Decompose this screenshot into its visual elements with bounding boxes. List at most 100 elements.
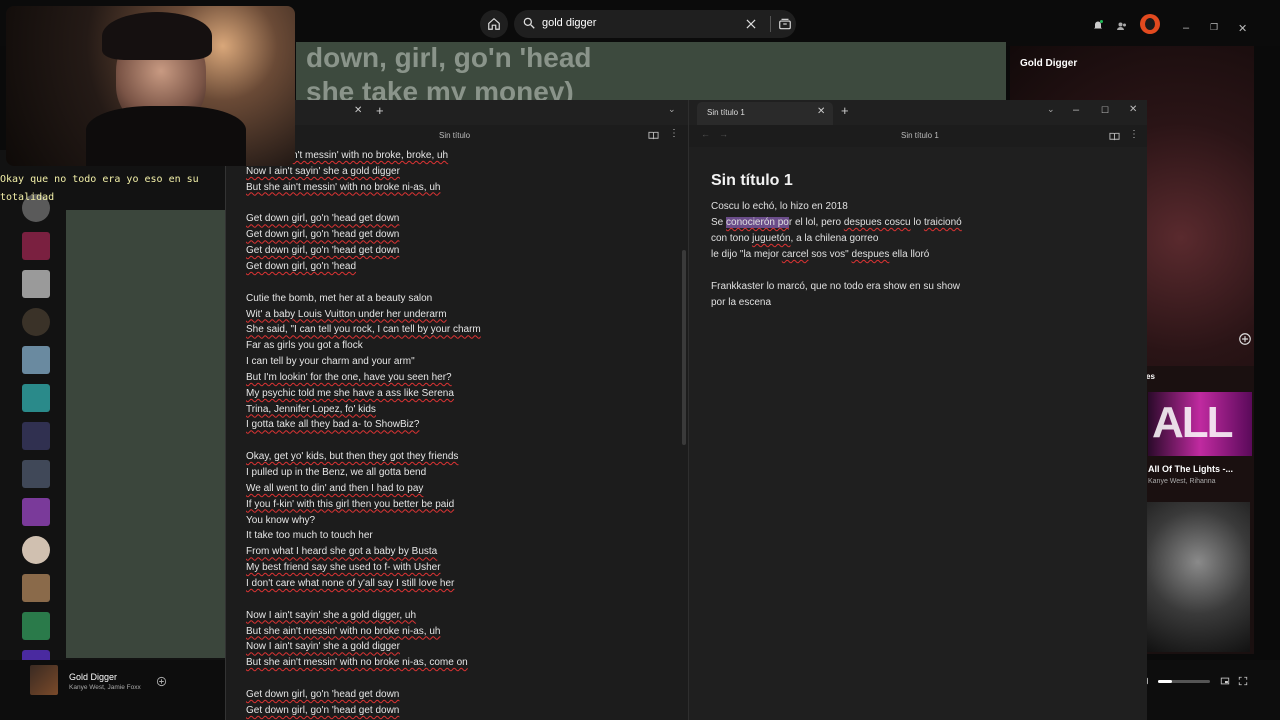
selected-text: conocierón po [726,217,789,228]
reading-view-icon[interactable] [648,130,659,141]
library-item[interactable] [22,270,50,298]
track-title[interactable]: Gold Digger [69,672,117,682]
document-title: Sin título 1 [901,131,939,140]
lyrics-line: My psychic told me she have a ass like S… [246,387,454,399]
library-panel [66,210,226,658]
library-item[interactable] [22,232,50,260]
friends-activity-icon[interactable] [1116,20,1128,32]
lyrics-line: Okay, get yo' kids, but then they got th… [246,451,459,463]
lyrics-line: If you f-kin' with this girl then you be… [246,498,455,510]
new-tab-icon[interactable]: + [841,103,849,118]
search-bar[interactable]: gold digger [514,10,796,38]
streamer-body [86,106,246,166]
close-icon[interactable]: ✕ [1238,22,1247,35]
note-line: Frankkaster lo marcó, que no todo era sh… [711,281,961,292]
lyrics-line: You know why? [246,514,316,526]
library-item[interactable] [22,574,50,602]
close-tab-icon[interactable]: ✕ [817,106,825,117]
album-art[interactable] [30,665,58,695]
fullscreen-icon[interactable] [1238,676,1248,686]
add-to-library-icon[interactable] [156,676,167,687]
library-item[interactable] [22,384,50,412]
streamer-hair [102,12,212,60]
lyrics-line: I can tell by your charm and your arm" [246,356,415,368]
misspelled-word: traicionó [923,217,962,228]
forward-icon[interactable]: → [719,129,728,139]
minimize-icon[interactable]: – [1183,22,1189,34]
lyrics-line: Now I ain't sayin' she a gold digger [246,641,400,653]
more-options-icon[interactable]: ⋮ [669,128,679,139]
text-span: sos vos" [808,249,852,260]
library-item[interactable] [22,346,50,374]
lyrics-line: Wit' a baby Louis Vuitton under her unde… [246,308,447,320]
browse-icon[interactable] [778,17,792,31]
reading-view-icon[interactable] [1109,131,1120,142]
home-button[interactable] [480,10,508,38]
stream-caption: Okay que no todo era yo eso en su totali… [0,174,199,203]
library-item[interactable] [22,308,50,336]
library-item[interactable] [22,612,50,640]
note-line: le dijo "la mejor carcel sos vos" despue… [711,249,929,260]
tab-sin-titulo-1[interactable]: Sin título 1 ✕ [697,102,833,125]
avatar[interactable] [1140,14,1160,34]
note-line: por la escena [711,297,772,308]
clear-search-icon[interactable] [744,17,758,31]
library-item[interactable] [22,498,50,526]
lyrics-line: Get down girl, go'n 'head get down [246,245,400,257]
more-options-icon[interactable]: ⋮ [1129,129,1139,140]
misspelled-word: despues [851,249,890,260]
misspelled-word: carcel [781,249,809,260]
note-heading: Sin título 1 [711,172,793,189]
lyrics-line: Get down girl, go'n 'head get down [246,688,400,700]
maximize-icon[interactable]: ☐ [1101,105,1109,116]
tab-bar: Sin título 1 ✕ + ⌄ – ☐ ✕ [689,100,1147,125]
maximize-icon[interactable]: ❐ [1210,22,1218,33]
text-span: r el lol, pero [788,217,844,228]
track-artist[interactable]: Kanye West, Jamie Foxx [69,684,141,691]
library-item[interactable] [22,460,50,488]
back-icon[interactable]: ← [701,129,710,139]
volume-slider[interactable] [1158,680,1210,683]
lyrics-line: Get down girl, go'n 'head [246,260,356,272]
misspelled-word: despues coscu [843,217,911,228]
new-tab-icon[interactable]: + [376,103,384,118]
text-span: Se [711,217,727,228]
text-span: ella lloró [889,249,930,260]
text-span: chilena gorreo [815,233,879,244]
lyrics-line: Now I ain't sayin' she a gold digger [246,165,400,177]
add-icon[interactable] [1238,332,1252,346]
next-song-art[interactable]: ALL [1148,392,1252,456]
search-input[interactable]: gold digger [542,17,596,29]
search-icon [523,17,535,29]
lyrics-line: Cutie the bomb, met her at a beauty salo… [246,292,433,304]
scrollbar[interactable] [682,250,686,445]
notepad-window-right: Sin título 1 ✕ + ⌄ – ☐ ✕ ← → Sin título … [688,100,1147,720]
lyrics-line: I don't care what none of y'all say I st… [246,577,455,589]
lyrics-line: From what I heard she got a baby by Bust… [246,546,438,558]
tab-label: Sin título 1 [707,108,745,117]
tab-list-chevron-icon[interactable]: ⌄ [668,104,676,115]
lyrics-line: Get down girl, go'n 'head get down [246,229,400,241]
tab-list-chevron-icon[interactable]: ⌄ [1047,104,1055,115]
home-icon [488,17,500,30]
library-item[interactable] [22,422,50,450]
lyrics-line: n't messin' with no broke, broke, uh [292,150,449,161]
misspelled-word: juguetón [752,233,791,244]
panel-title: Gold Digger [1020,58,1078,69]
text-span: le dijo "la mejor [711,249,782,260]
webcam-overlay [6,6,295,166]
miniplayer-icon[interactable] [1220,676,1230,686]
document-title: Sin título [439,131,471,140]
close-tab-icon[interactable]: ✕ [354,105,362,116]
lyrics-line: Trina, Jennifer Lopez, fo' kids [246,403,376,415]
minimize-icon[interactable]: – [1073,104,1079,116]
library-item[interactable] [22,536,50,564]
close-window-icon[interactable]: ✕ [1129,104,1137,115]
lyrics-line: Now I ain't sayin' she a gold digger, uh [246,609,417,621]
lyrics-line: But she ain't messin' with no broke ni-a… [246,625,441,637]
next-song-artist[interactable]: Kanye West, Rihanna [1148,478,1216,485]
library-sidebar [0,150,230,678]
lyrics-line: But she ain't messin' with no broke ni-a… [246,657,468,669]
notification-bell-icon[interactable] [1092,19,1104,31]
next-song-title[interactable]: All Of The Lights -... [1148,464,1233,474]
